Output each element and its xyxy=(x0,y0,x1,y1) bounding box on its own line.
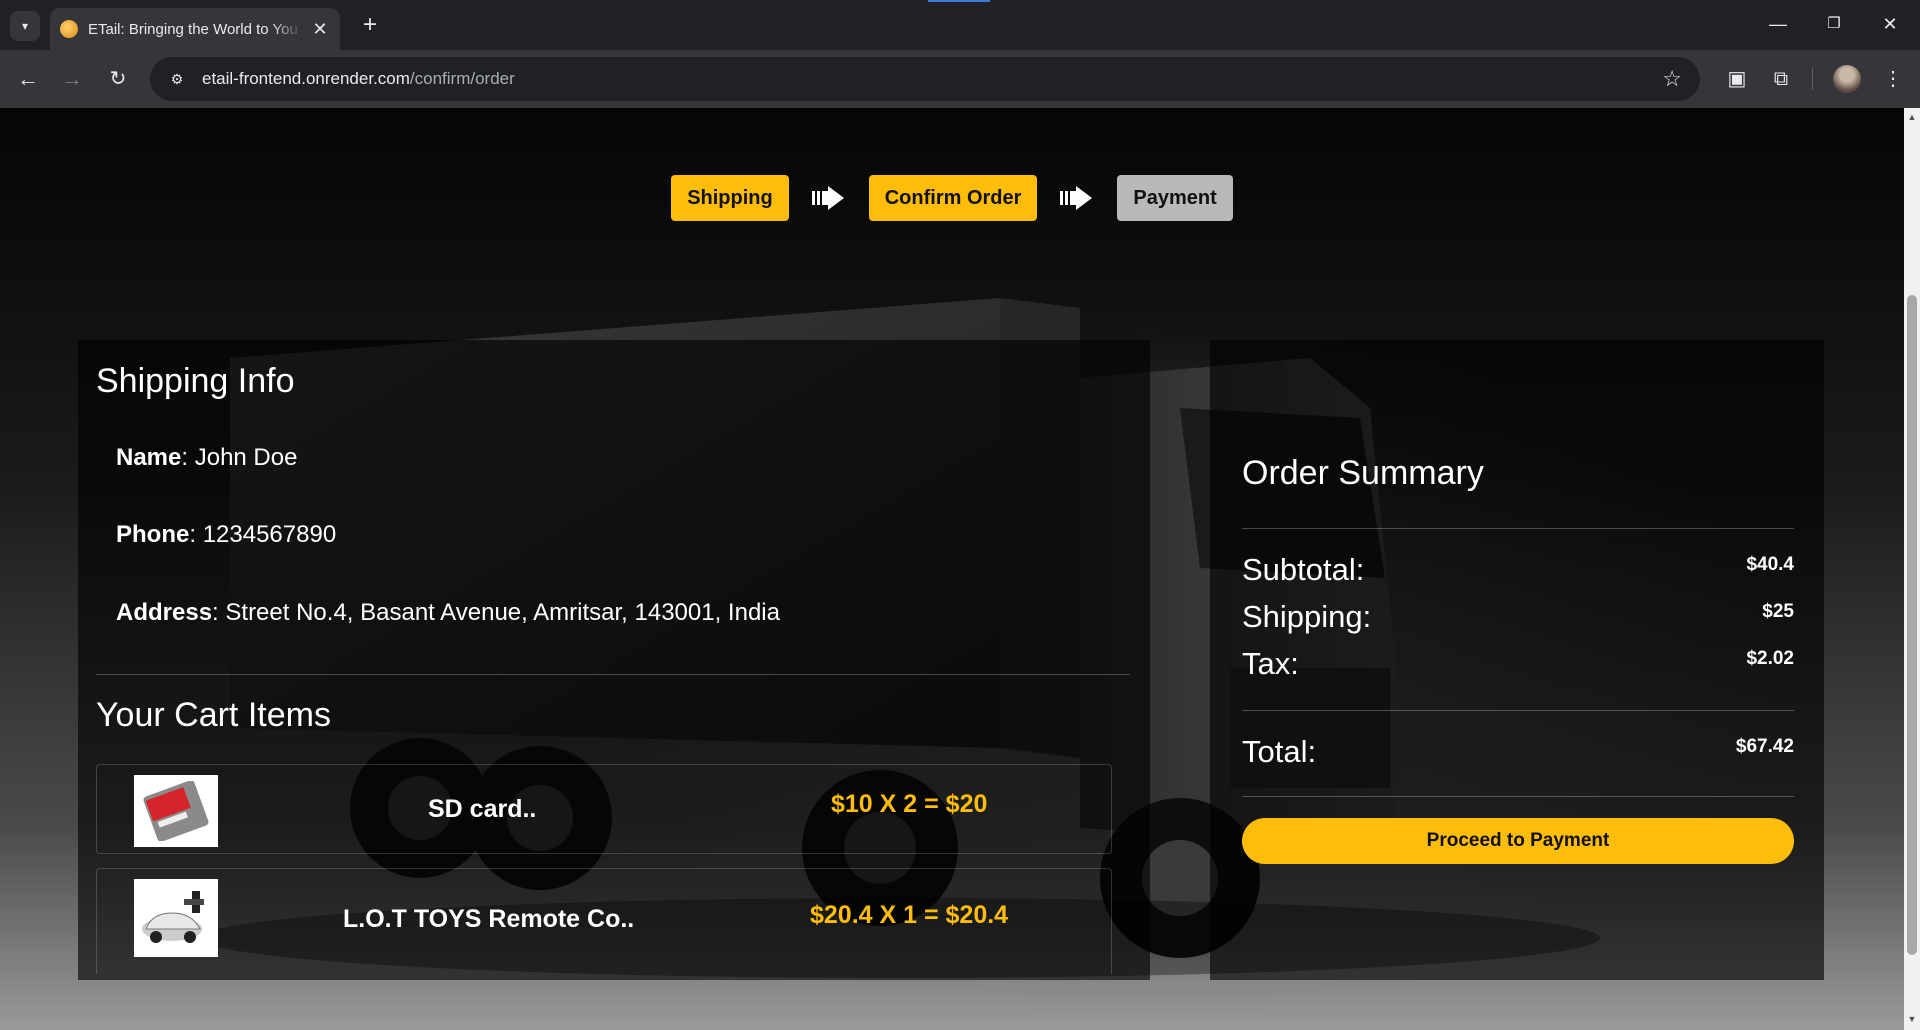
section-divider xyxy=(96,674,1130,675)
address-value: Street No.4, Basant Avenue, Amritsar, 14… xyxy=(225,599,780,626)
tax-label: Tax: xyxy=(1242,646,1299,681)
tab-search-button[interactable]: ▾ xyxy=(10,11,40,41)
forward-button[interactable]: → xyxy=(56,63,88,95)
cart-item-price: $20.4 X 1 = $20.4 xyxy=(810,901,1009,929)
extensions-icon[interactable]: ⧉ xyxy=(1766,64,1796,94)
tab-strip-indicator xyxy=(928,0,990,2)
back-button[interactable]: ← xyxy=(12,63,44,95)
summary-divider xyxy=(1242,796,1794,797)
minimize-button[interactable]: — xyxy=(1750,8,1806,40)
address-bar[interactable]: ⚙ etail-frontend.onrender.com/confirm/or… xyxy=(150,57,1700,101)
step-shipping[interactable]: Shipping xyxy=(671,175,789,221)
cart-items-list[interactable]: SD card.. $10 X 2 = $20 L.O.T TOYS Remot… xyxy=(96,764,1132,974)
step-arrow-icon xyxy=(789,184,869,212)
cart-item-name[interactable]: SD card.. xyxy=(428,795,536,824)
shipping-cost-value: $25 xyxy=(1762,601,1794,622)
toolbar-divider xyxy=(1812,68,1813,90)
menu-icon[interactable]: ⋮ xyxy=(1878,64,1908,94)
subtotal-value: $40.4 xyxy=(1746,554,1794,575)
subtotal-label: Subtotal: xyxy=(1242,552,1365,587)
summary-divider xyxy=(1242,710,1794,711)
new-tab-button[interactable]: + xyxy=(355,11,385,41)
name-label: Name xyxy=(116,444,182,471)
tab-close-icon[interactable]: ✕ xyxy=(310,19,330,40)
rc-car-image[interactable] xyxy=(134,879,218,957)
browser-tab[interactable]: ETail: Bringing the World to You ✕ xyxy=(50,8,340,50)
phone-label: Phone xyxy=(116,521,190,548)
step-confirm-order[interactable]: Confirm Order xyxy=(868,175,1038,221)
name-value: John Doe xyxy=(194,444,298,471)
step-payment[interactable]: Payment xyxy=(1117,175,1233,221)
shipping-address-row: Address: Street No.4, Basant Avenue, Amr… xyxy=(116,599,780,626)
site-favicon-icon xyxy=(60,20,78,38)
bookmark-star-icon[interactable]: ☆ xyxy=(1662,66,1682,92)
browser-toolbar: ← → ↻ ⚙ etail-frontend.onrender.com/conf… xyxy=(0,50,1920,108)
close-window-button[interactable]: ✕ xyxy=(1862,8,1918,40)
shipping-cost-label: Shipping: xyxy=(1242,599,1372,634)
scroll-up-arrow-icon[interactable]: ▲ xyxy=(1905,112,1919,124)
summary-divider xyxy=(1242,528,1794,529)
cart-item[interactable]: L.O.T TOYS Remote Co.. $20.4 X 1 = $20.4 xyxy=(96,868,1112,974)
profile-avatar[interactable] xyxy=(1833,65,1861,93)
cast-icon[interactable]: ▣ xyxy=(1722,64,1752,94)
phone-value: 1234567890 xyxy=(202,521,337,548)
checkout-stepper: Shipping Confirm Order Payment xyxy=(0,175,1904,221)
shipping-panel: Shipping Info Name: John Doe Phone: 1234… xyxy=(78,340,1150,980)
total-value: $67.42 xyxy=(1735,736,1794,757)
order-summary-panel: Order Summary Subtotal: $40.4 Shipping: … xyxy=(1210,340,1824,980)
shipping-name-row: Name: John Doe xyxy=(116,444,298,471)
total-label: Total: xyxy=(1242,734,1317,769)
step-arrow-icon xyxy=(1037,184,1117,212)
reload-button[interactable]: ↻ xyxy=(102,63,134,95)
order-summary-title: Order Summary xyxy=(1242,454,1484,492)
tax-value: $2.02 xyxy=(1746,648,1794,669)
shipping-info-title: Shipping Info xyxy=(96,362,295,400)
cart-items-title: Your Cart Items xyxy=(96,696,331,734)
restore-button[interactable]: ❐ xyxy=(1806,8,1862,40)
scroll-down-arrow-icon[interactable]: ▼ xyxy=(1905,1014,1919,1026)
cart-item[interactable]: SD card.. $10 X 2 = $20 xyxy=(96,764,1112,854)
url-text[interactable]: etail-frontend.onrender.com/confirm/orde… xyxy=(202,69,515,89)
tab-title: ETail: Bringing the World to You xyxy=(88,20,298,38)
proceed-to-payment-button[interactable]: Proceed to Payment xyxy=(1242,818,1794,864)
page-scroll-thumb[interactable] xyxy=(1907,295,1917,955)
browser-tabbar: ▾ ETail: Bringing the World to You ✕ + —… xyxy=(0,0,1920,50)
cart-item-price: $10 X 2 = $20 xyxy=(831,790,988,818)
address-label: Address xyxy=(116,599,213,626)
sd-card-image[interactable] xyxy=(134,775,218,847)
site-info-icon[interactable]: ⚙ xyxy=(166,68,188,90)
shipping-phone-row: Phone: 1234567890 xyxy=(116,521,337,548)
cart-item-name[interactable]: L.O.T TOYS Remote Co.. xyxy=(343,905,634,934)
